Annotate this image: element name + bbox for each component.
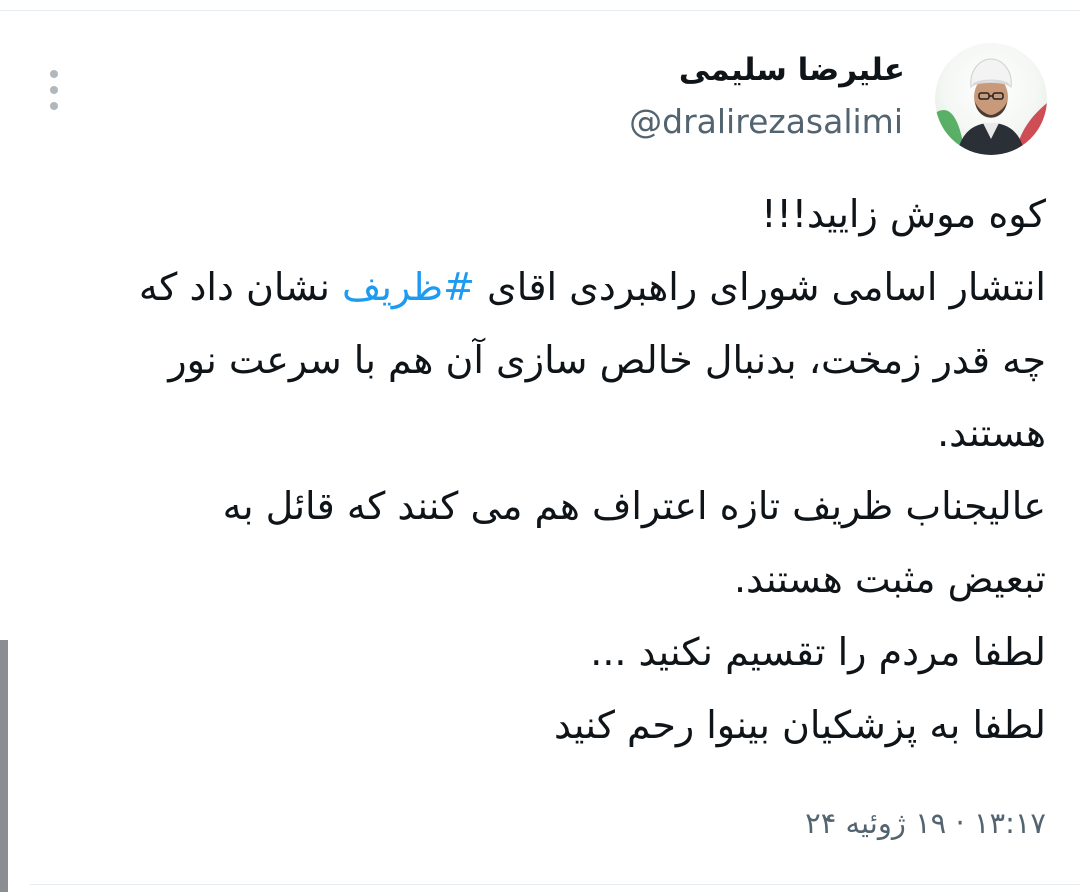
tweet-timestamp[interactable]: ۱۳:۱۷ · ۱۹ ژوئیه ۲۴ [805,806,1046,840]
author-name[interactable]: علیرضا سلیمی [679,52,905,88]
left-edge-bar [0,640,8,892]
tweet-line: عالیجناب ظریف تازه اعتراف هم می کنند که … [222,484,1046,528]
more-dot [50,102,58,110]
hashtag-link[interactable]: #ظریف [342,265,475,309]
tweet-line: تبعیض مثبت هستند. [733,557,1046,601]
bottom-divider [30,884,1080,885]
avatar[interactable] [935,43,1047,155]
tweet-line: چه قدر زمخت، بدنبال خالص سازی آن هم با س… [168,338,1046,382]
tweet-line: لطفا مردم را تقسیم نکنید ... [590,630,1046,674]
tweet-line: هستند. [937,411,1046,455]
tweet-text: کوه موش زایید!!! انتشار اسامی شورای راهب… [46,178,1046,762]
vertical-ellipsis-icon[interactable] [44,70,64,110]
more-dot [50,70,58,78]
person-portrait-icon [935,43,1047,155]
top-divider [0,10,1080,11]
more-dot [50,86,58,94]
tweet-line-text: انتشار اسامی شورای راهبردی اقای [474,265,1046,309]
tweet-line: انتشار اسامی شورای راهبردی اقای #ظریف نش… [46,251,1046,324]
tweet-line: کوه موش زایید!!! [761,192,1046,236]
tweet-line: لطفا به پزشکیان بینوا رحم کنید [553,703,1046,747]
author-handle[interactable]: @dralirezasalimi [629,102,903,141]
tweet-line-text: نشان داد که [138,265,342,309]
